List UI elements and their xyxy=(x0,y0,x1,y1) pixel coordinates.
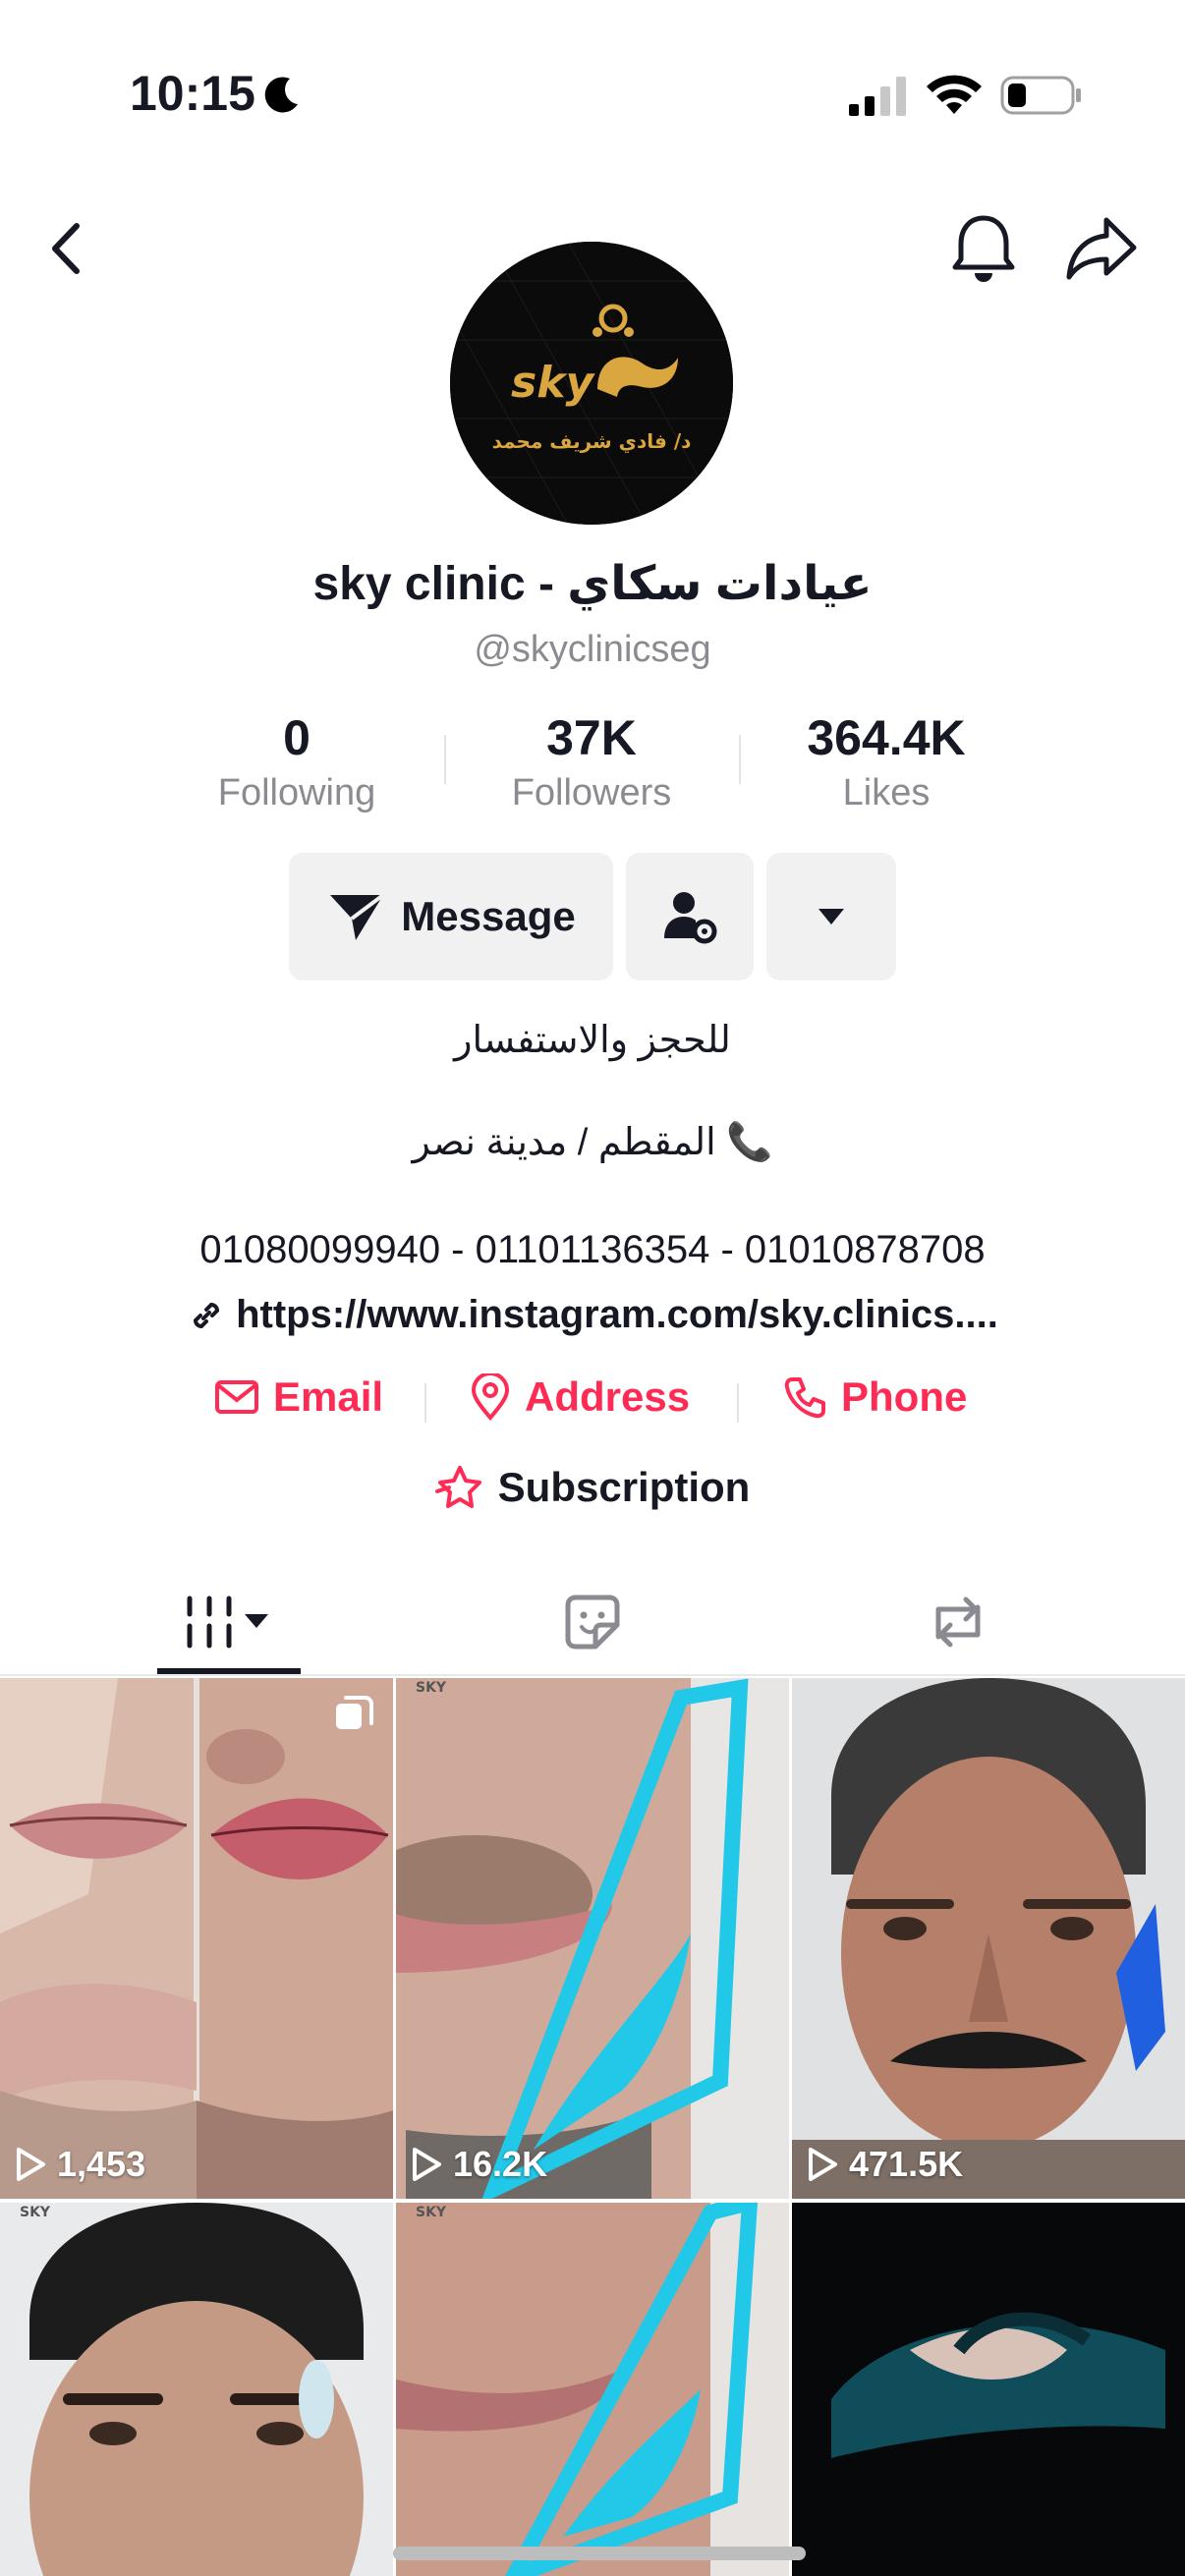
contact-row: Email Address Phone xyxy=(0,1373,1185,1428)
video-tile[interactable]: 471.5K xyxy=(792,1678,1185,2199)
video-tile[interactable]: SKY xyxy=(396,2203,789,2576)
stat-following-value: 0 xyxy=(283,710,310,765)
stat-following-label: Following xyxy=(217,772,376,813)
video-thumbnail: SKY xyxy=(0,2203,393,2576)
battery-icon xyxy=(1000,76,1081,115)
stat-likes-label: Likes xyxy=(842,772,931,813)
message-button-label: Message xyxy=(401,893,576,939)
view-count: 471.5K xyxy=(806,2144,963,2185)
contact-divider xyxy=(424,1383,426,1423)
email-label: Email xyxy=(273,1373,384,1420)
link-icon xyxy=(194,1302,220,1328)
stat-following[interactable]: 0 Following xyxy=(149,709,444,814)
svg-text:SKY: SKY xyxy=(416,1680,447,1696)
stat-followers-label: Followers xyxy=(511,772,672,813)
contact-divider xyxy=(737,1383,739,1423)
video-tile[interactable]: SKY xyxy=(0,2203,393,2576)
video-thumbnail xyxy=(792,1678,1185,2199)
subscription-star-icon xyxy=(434,1466,481,1508)
view-count-text: 16.2K xyxy=(453,2144,548,2184)
address-button[interactable]: Address xyxy=(470,1373,690,1421)
user-gear-icon xyxy=(664,892,717,944)
play-icon xyxy=(413,2148,441,2181)
send-icon xyxy=(330,893,385,940)
stat-likes[interactable]: 364.4K Likes xyxy=(739,709,1034,814)
email-button[interactable]: Email xyxy=(214,1373,383,1421)
view-count: 1,453 xyxy=(14,2144,145,2185)
multi-photo-icon xyxy=(336,1696,373,1729)
svg-text:SKY: SKY xyxy=(416,2205,447,2220)
tab-videos[interactable] xyxy=(157,1568,301,1676)
profile-name: sky clinic - عيادات سكاي xyxy=(312,558,873,610)
subscription-label: Subscription xyxy=(497,1464,751,1510)
bell-icon[interactable] xyxy=(947,208,1020,287)
phone-icon xyxy=(784,1377,825,1419)
status-bar: 10:15 xyxy=(0,0,1185,187)
tab-liked[interactable] xyxy=(531,1568,654,1676)
status-time: 10:15 xyxy=(130,66,255,121)
view-count-text: 471.5K xyxy=(849,2144,964,2184)
stat-likes-value: 364.4K xyxy=(807,710,966,765)
bio-link-text: https://www.instagram.com/sky.clinics...… xyxy=(236,1293,998,1336)
back-chevron-icon[interactable] xyxy=(37,214,96,283)
profile-tabs xyxy=(0,1568,1185,1676)
tab-reposts[interactable] xyxy=(896,1568,1020,1676)
more-dropdown-button[interactable] xyxy=(766,853,896,980)
avatar-subtitle: د/ فادي شريف محمد xyxy=(492,429,692,454)
cellular-signal-icon xyxy=(849,77,906,116)
avatar[interactable]: sky د/ فادي شريف محمد xyxy=(450,242,733,525)
moon-icon xyxy=(264,77,298,113)
home-indicator[interactable] xyxy=(393,2547,806,2560)
active-tab-indicator xyxy=(157,1668,301,1674)
profile-handle: @skyclinicseg xyxy=(474,629,711,670)
video-thumbnail xyxy=(792,2203,1185,2576)
stat-followers-value: 37K xyxy=(546,710,637,765)
video-tile[interactable]: 1,453 xyxy=(0,1678,393,2199)
subscription-button[interactable]: Subscription xyxy=(0,1464,1185,1511)
address-label: Address xyxy=(525,1373,691,1420)
friend-settings-button[interactable] xyxy=(626,853,754,980)
video-tile[interactable] xyxy=(792,2203,1185,2576)
play-icon xyxy=(809,2148,837,2181)
video-thumbnail: SKY xyxy=(396,2203,789,2576)
location-pin-icon xyxy=(471,1373,510,1421)
repost-icon xyxy=(935,1596,981,1648)
video-thumbnail xyxy=(0,1678,393,2199)
wifi-icon xyxy=(927,75,982,114)
bio-line-location: المقطم / مدينة نصر 📞 xyxy=(412,1122,773,1163)
video-thumbnail: SKY xyxy=(396,1678,789,2199)
envelope-icon xyxy=(215,1380,258,1414)
bio-phones: 01080099940 - 01101136354 - 01010878708 xyxy=(199,1228,986,1271)
play-icon xyxy=(17,2148,45,2181)
caret-down-icon xyxy=(818,909,844,924)
bio-link[interactable]: https://www.instagram.com/sky.clinics...… xyxy=(0,1293,1185,1337)
clinic-logo: sky د/ فادي شريف محمد xyxy=(450,242,733,525)
share-icon[interactable] xyxy=(1063,210,1140,285)
videos-grid-icon xyxy=(187,1596,268,1649)
message-button[interactable]: Message xyxy=(289,853,613,980)
stat-followers[interactable]: 37K Followers xyxy=(444,709,739,814)
video-tile[interactable]: SKY 16.2K xyxy=(396,1678,789,2199)
view-count: 16.2K xyxy=(410,2144,547,2185)
svg-text:sky: sky xyxy=(511,358,595,408)
view-count-text: 1,453 xyxy=(57,2144,146,2184)
bio-line-booking: للحجز والاستفسار xyxy=(454,1020,731,1061)
phone-button[interactable]: Phone xyxy=(784,1373,967,1421)
phone-label: Phone xyxy=(841,1373,968,1420)
video-grid: 1,453 SKY 16.2K 471.5K SKY SKY xyxy=(0,1678,1185,2576)
sticker-icon xyxy=(565,1595,620,1650)
svg-text:SKY: SKY xyxy=(20,2205,51,2220)
